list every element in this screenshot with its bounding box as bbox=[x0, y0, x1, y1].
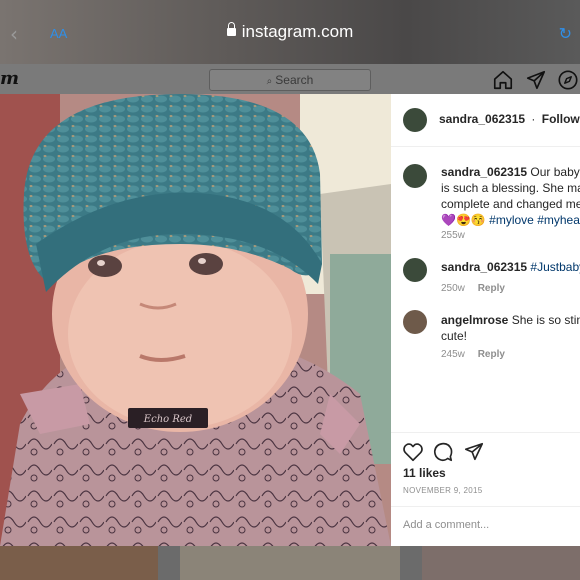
comment-avatar[interactable] bbox=[403, 258, 427, 282]
comment-age: 250w bbox=[441, 283, 465, 294]
post-date: NOVEMBER 9, 2015 bbox=[403, 486, 483, 495]
thumbnail[interactable] bbox=[180, 546, 400, 580]
baby-photo-illustration: Echo Red bbox=[0, 94, 391, 546]
post-details-panel: sandra_062315 · Following sandra_062315 … bbox=[391, 94, 580, 546]
author-avatar[interactable] bbox=[403, 108, 427, 132]
caption: sandra_062315 Our babygi is such a bless… bbox=[441, 164, 580, 228]
comment-1: sandra_062315 #Justbaby bbox=[441, 260, 580, 274]
search-placeholder: Search bbox=[275, 73, 314, 87]
thumbnail-strip bbox=[0, 546, 580, 580]
reply-button[interactable]: Reply bbox=[478, 283, 505, 294]
lock-icon bbox=[226, 22, 236, 36]
caption-username[interactable]: sandra_062315 bbox=[441, 165, 527, 179]
comment-text-1: She is so stinkin bbox=[511, 313, 580, 327]
comment-age: 245w bbox=[441, 349, 465, 360]
comment-text-2: cute! bbox=[441, 329, 468, 343]
caption-text-1: Our babygi bbox=[530, 165, 580, 179]
instagram-header: m ⌕ Search bbox=[0, 64, 580, 94]
comment-username[interactable]: sandra_062315 bbox=[441, 260, 527, 274]
comment-meta: 245w Reply bbox=[441, 349, 505, 360]
post-header: sandra_062315 · Following bbox=[439, 112, 580, 126]
address-bar[interactable]: instagram.com bbox=[0, 22, 580, 42]
caption-age: 255w bbox=[441, 230, 465, 241]
comment-bubble-icon[interactable] bbox=[432, 441, 454, 463]
comment-2: angelmrose She is so stinkin cute! bbox=[441, 312, 580, 344]
header-divider bbox=[391, 146, 580, 147]
comment-box-divider bbox=[391, 506, 580, 507]
instagram-logo[interactable]: m bbox=[0, 68, 19, 89]
search-input[interactable]: ⌕ Search bbox=[209, 69, 371, 91]
comment-username[interactable]: angelmrose bbox=[441, 313, 508, 327]
reply-button[interactable]: Reply bbox=[478, 349, 505, 360]
caption-text-2: is such a blessing. She make bbox=[441, 181, 580, 195]
comment-avatar[interactable] bbox=[403, 310, 427, 334]
add-comment-input[interactable]: Add a comment... bbox=[403, 519, 489, 531]
actions-divider bbox=[391, 432, 580, 433]
url-text: instagram.com bbox=[241, 22, 354, 41]
thumbnail[interactable] bbox=[422, 546, 580, 580]
direct-icon[interactable] bbox=[525, 69, 547, 91]
like-heart-icon[interactable] bbox=[402, 441, 424, 463]
likes-count[interactable]: 11 likes bbox=[403, 466, 446, 480]
onesie-label-text: Echo Red bbox=[143, 414, 192, 425]
browser-toolbar: ‹ AA instagram.com ↻ bbox=[0, 0, 580, 64]
following-button[interactable]: Following bbox=[542, 112, 580, 126]
caption-hashtags[interactable]: #mylove #myheart bbox=[489, 213, 580, 227]
caption-emoji: 💜😍😚 bbox=[441, 213, 486, 227]
post-photo[interactable]: Echo Red bbox=[0, 94, 391, 546]
header-separator: · bbox=[531, 112, 536, 126]
reload-icon[interactable]: ↻ bbox=[559, 24, 572, 43]
share-icon[interactable] bbox=[463, 441, 485, 463]
author-username[interactable]: sandra_062315 bbox=[439, 112, 525, 126]
comment-meta: 250w Reply bbox=[441, 283, 505, 294]
home-icon[interactable] bbox=[492, 69, 514, 91]
caption-text-3: complete and changed me a bbox=[441, 197, 580, 211]
search-icon: ⌕ bbox=[266, 76, 273, 87]
comment-text[interactable]: #Justbaby bbox=[530, 260, 580, 274]
caption-avatar[interactable] bbox=[403, 164, 427, 188]
thumbnail[interactable] bbox=[0, 546, 158, 580]
explore-icon[interactable] bbox=[557, 69, 579, 91]
